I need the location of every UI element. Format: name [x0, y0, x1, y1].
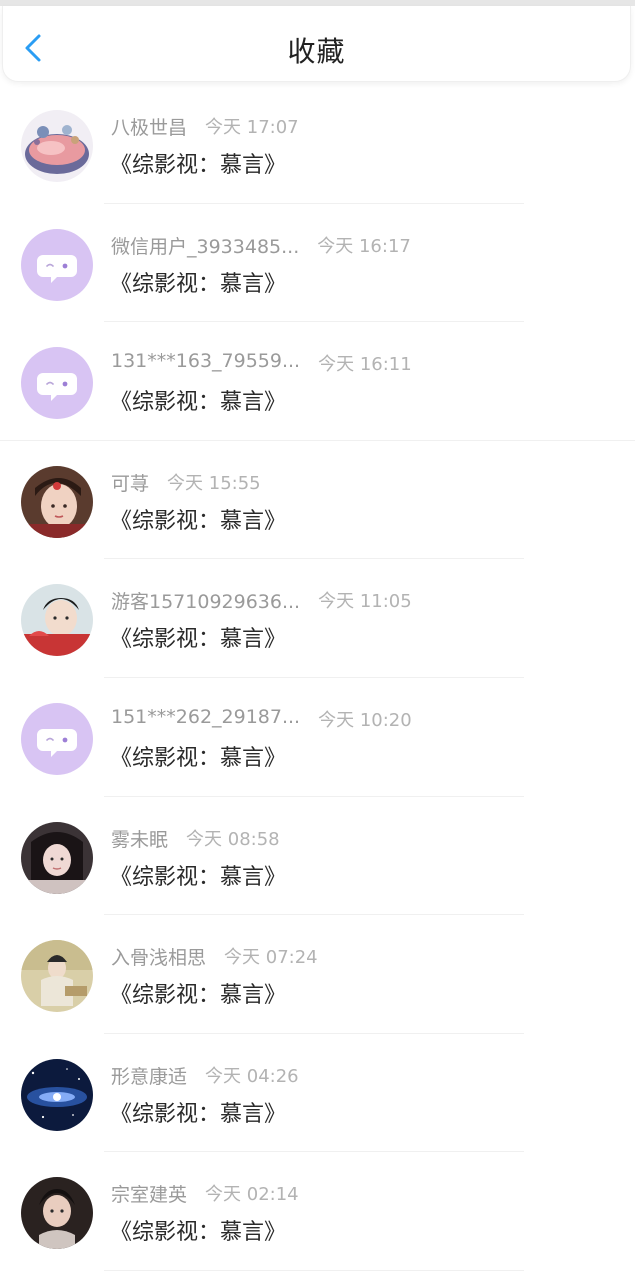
user-name: 八极世昌	[111, 117, 188, 139]
row-divider	[104, 1269, 524, 1271]
avatar[interactable]	[21, 110, 93, 182]
photo-food-avatar	[21, 110, 93, 182]
timestamp: 今天 07:24	[224, 947, 318, 969]
app-header: 收藏	[2, 6, 631, 82]
user-name: 雾未眠	[111, 828, 169, 851]
avatar[interactable]	[21, 465, 93, 538]
page-title: 收藏	[287, 35, 346, 68]
user-name: 151***262_29187...	[111, 705, 301, 728]
book-title: 《综影视：慕言》	[110, 627, 287, 653]
list-item[interactable]: 宗室建英 今天 02:14 《综影视：慕言》	[0, 1152, 635, 1271]
item-meta: 宗室建英 今天 02:14	[111, 1180, 299, 1207]
book-title: 《综影视：慕言》	[110, 864, 287, 890]
user-name: 入骨浅相思	[111, 947, 207, 970]
item-meta: 游客15710929636... 今天 11:05	[111, 587, 412, 614]
user-name: 游客15710929636...	[111, 591, 301, 614]
item-meta: 入骨浅相思 今天 07:24	[111, 943, 318, 970]
avatar[interactable]	[21, 940, 93, 1013]
book-title: 《综影视：慕言》	[110, 508, 287, 534]
user-name: 宗室建英	[111, 1184, 188, 1207]
item-meta: 可荨 今天 15:55	[111, 469, 261, 496]
avatar[interactable]	[21, 584, 93, 657]
list-item[interactable]: 游客15710929636... 今天 11:05 《综影视：慕言》	[0, 559, 635, 678]
user-name: 形意康适	[111, 1065, 188, 1088]
list-item[interactable]: 八极世昌 今天 17:07 《综影视：慕言》	[0, 85, 635, 204]
user-name: 可荨	[111, 472, 150, 495]
timestamp: 今天 10:20	[318, 709, 412, 731]
list-item[interactable]: 雾未眠 今天 08:58 《综影视：慕言》	[0, 797, 635, 916]
favorites-list: 八极世昌 今天 17:07 《综影视：慕言》 微信用户_3933485... 今天 …	[0, 85, 635, 1271]
list-item[interactable]: 形意康适 今天 04:26 《综影视：慕言》	[0, 1034, 635, 1153]
photo-galaxy-avatar	[21, 1058, 93, 1131]
list-item[interactable]: 131***163_79559... 今天 16:11 《综影视：慕言》	[0, 322, 635, 441]
timestamp: 今天 17:07	[205, 117, 299, 138]
item-meta: 形意康适 今天 04:26	[111, 1062, 299, 1089]
book-title: 《综影视：慕言》	[110, 745, 287, 771]
photo-portrait-avatar	[21, 940, 93, 1013]
avatar[interactable]	[21, 821, 93, 894]
timestamp: 今天 11:05	[318, 591, 412, 613]
default-chat-bubble-avatar	[21, 702, 93, 775]
photo-portrait-avatar	[21, 821, 93, 894]
timestamp: 今天 15:55	[167, 472, 261, 494]
book-title: 《综影视：慕言》	[110, 1101, 287, 1127]
avatar[interactable]	[21, 228, 93, 301]
avatar[interactable]	[21, 347, 93, 420]
avatar[interactable]	[21, 702, 93, 775]
item-meta: 131***163_79559... 今天 16:11	[111, 350, 412, 376]
photo-portrait-avatar	[21, 465, 93, 538]
avatar[interactable]	[21, 1058, 93, 1131]
book-title: 《综影视：慕言》	[110, 271, 287, 297]
book-title: 《综影视：慕言》	[110, 390, 287, 416]
book-title: 《综影视：慕言》	[110, 1220, 287, 1246]
default-chat-bubble-avatar	[21, 228, 93, 301]
timestamp: 今天 02:14	[205, 1184, 299, 1206]
item-meta: 151***262_29187... 今天 10:20	[111, 706, 412, 732]
timestamp: 今天 04:26	[205, 1065, 299, 1087]
timestamp: 今天 08:58	[186, 828, 280, 850]
photo-portrait-avatar	[21, 584, 93, 657]
timestamp: 今天 16:11	[318, 354, 412, 376]
list-item[interactable]: 入骨浅相思 今天 07:24 《综影视：慕言》	[0, 915, 635, 1034]
timestamp: 今天 16:17	[317, 235, 411, 257]
book-title: 《综影视：慕言》	[110, 153, 287, 178]
book-title: 《综影视：慕言》	[110, 983, 287, 1009]
user-name: 微信用户_3933485...	[111, 235, 300, 258]
list-item[interactable]: 可荨 今天 15:55 《综影视：慕言》	[0, 441, 635, 560]
default-chat-bubble-avatar	[21, 347, 93, 420]
user-name: 131***163_79559...	[111, 350, 301, 373]
list-item[interactable]: 微信用户_3933485... 今天 16:17 《综影视：慕言》	[0, 204, 635, 323]
photo-portrait-avatar	[21, 1177, 93, 1250]
item-meta: 雾未眠 今天 08:58	[111, 825, 280, 852]
item-meta: 八极世昌 今天 17:07	[111, 113, 299, 140]
item-meta: 微信用户_3933485... 今天 16:17	[111, 232, 411, 259]
list-item[interactable]: 151***262_29187... 今天 10:20 《综影视：慕言》	[0, 678, 635, 797]
avatar[interactable]	[21, 1177, 93, 1250]
